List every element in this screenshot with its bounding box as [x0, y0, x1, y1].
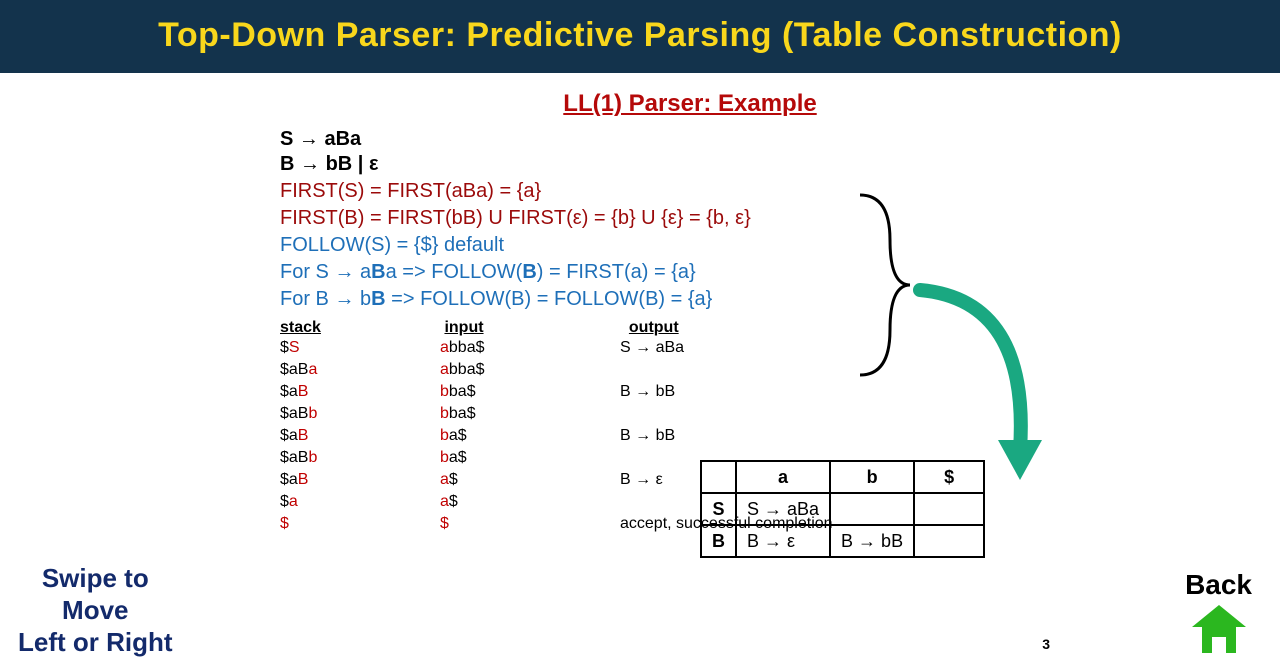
home-icon [1192, 605, 1246, 653]
trace-row: $aBbbba$ [280, 403, 1000, 425]
grammar-rule-2: B → bB | ε [280, 153, 1000, 176]
page-number: 3 [1042, 636, 1050, 652]
follow-rule-b: For B → bB => FOLLOW(B) = FOLLOW(B) = {a… [280, 288, 1000, 311]
swipe-hint: Swipe to Move Left or Right [18, 562, 173, 658]
back-label: Back [1185, 569, 1252, 601]
rule2-rhs: bB | ε [326, 153, 379, 175]
trace-row: $aBaabba$ [280, 359, 1000, 381]
pt-row-s: S S → aBa [701, 493, 984, 525]
trace-row: $Sabba$S → aBa [280, 337, 1000, 359]
rule2-lhs: B [280, 153, 294, 175]
subtitle: LL(1) Parser: Example [380, 90, 1000, 118]
follow-rule-s: For S → aBa => FOLLOW(B) = FIRST(a) = {a… [280, 261, 1000, 284]
rule1-lhs: S [280, 128, 293, 150]
rule1-rhs: aBa [324, 128, 361, 150]
trace-header: stack input output [280, 319, 1000, 337]
pt-col-a: a [736, 461, 830, 493]
grammar-rule-1: S → aBa [280, 128, 1000, 151]
trace-col-stack: stack [280, 319, 440, 337]
trace-col-input: input [444, 319, 624, 337]
first-b: FIRST(B) = FIRST(bB) U FIRST(ε) = {b} U … [280, 207, 1000, 230]
first-s: FIRST(S) = FIRST(aBa) = {a} [280, 180, 1000, 203]
pt-corner [701, 461, 736, 493]
page-title: Top-Down Parser: Predictive Parsing (Tab… [0, 0, 1280, 73]
trace-row: $aBba$B → bB [280, 425, 1000, 447]
back-button[interactable]: Back [1185, 569, 1252, 658]
follow-s: FOLLOW(S) = {$} default [280, 234, 1000, 257]
parse-table: a b $ S S → aBa B B → ε B → bB [700, 460, 985, 558]
pt-col-dollar: $ [914, 461, 984, 493]
trace-col-output: output [629, 319, 679, 337]
trace-row: $aBbba$B → bB [280, 381, 1000, 403]
pt-row-b: B B → ε B → bB [701, 525, 984, 557]
pt-col-b: b [830, 461, 914, 493]
